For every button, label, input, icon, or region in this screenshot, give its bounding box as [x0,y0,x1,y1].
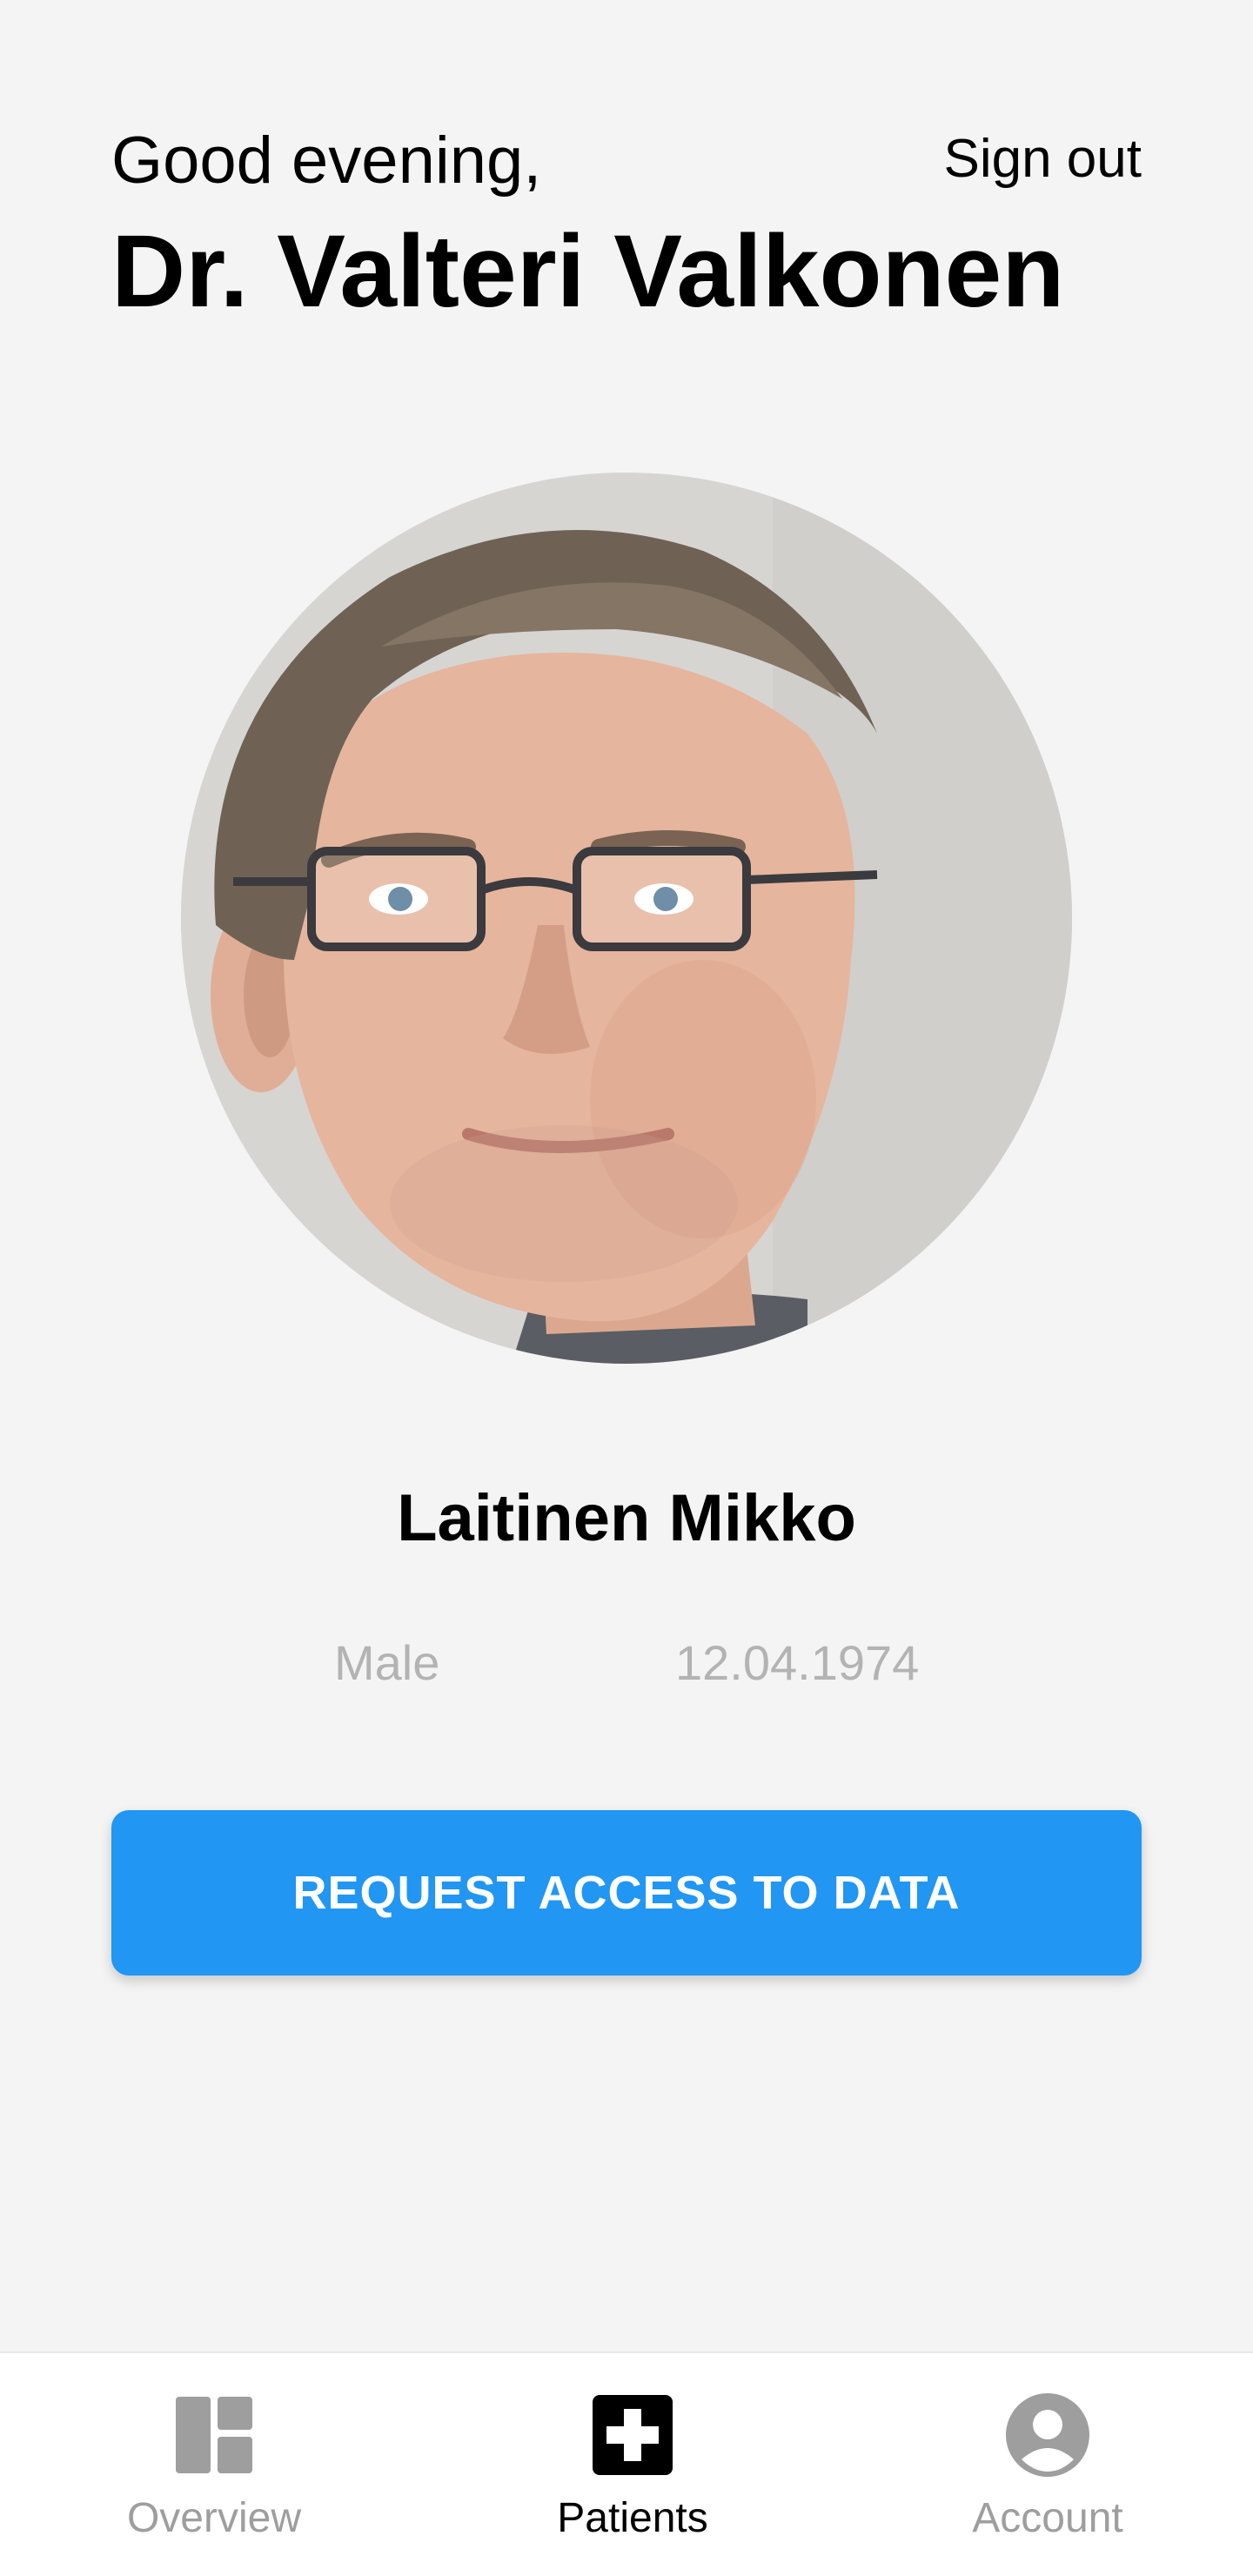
patient-name: Laitinen Mikko [397,1481,856,1555]
nav-label-account: Account [972,2495,1123,2541]
patient-portrait-illustration [181,473,1072,1364]
doctor-name: Dr. Valteri Valkonen [111,214,1065,329]
medical-cross-icon [593,2395,673,2475]
dashboard-icon [176,2397,252,2473]
patient-photo [181,473,1072,1364]
greeting-text: Good evening, [111,124,542,198]
patient-screen: Good evening, Dr. Valteri Valkonen Sign … [0,0,1253,2576]
account-circle-icon [1006,2393,1089,2477]
nav-label-overview: Overview [126,2495,302,2541]
bottom-navigation: Overview Patients Account [0,2351,1253,2576]
nav-item-account[interactable]: Account [839,2353,1253,2576]
sign-out-button[interactable]: Sign out [943,122,1142,197]
nav-label-patients: Patients [557,2495,708,2541]
header: Good evening, Dr. Valteri Valkonen Sign … [111,122,1142,331]
patient-birth-date: 12.04.1974 [675,1635,920,1690]
nav-item-patients[interactable]: Patients [424,2353,841,2576]
request-access-button[interactable]: REQUEST ACCESS TO DATA [111,1810,1142,1976]
patient-gender: Male [334,1635,440,1690]
nav-item-overview[interactable]: Overview [5,2353,423,2576]
